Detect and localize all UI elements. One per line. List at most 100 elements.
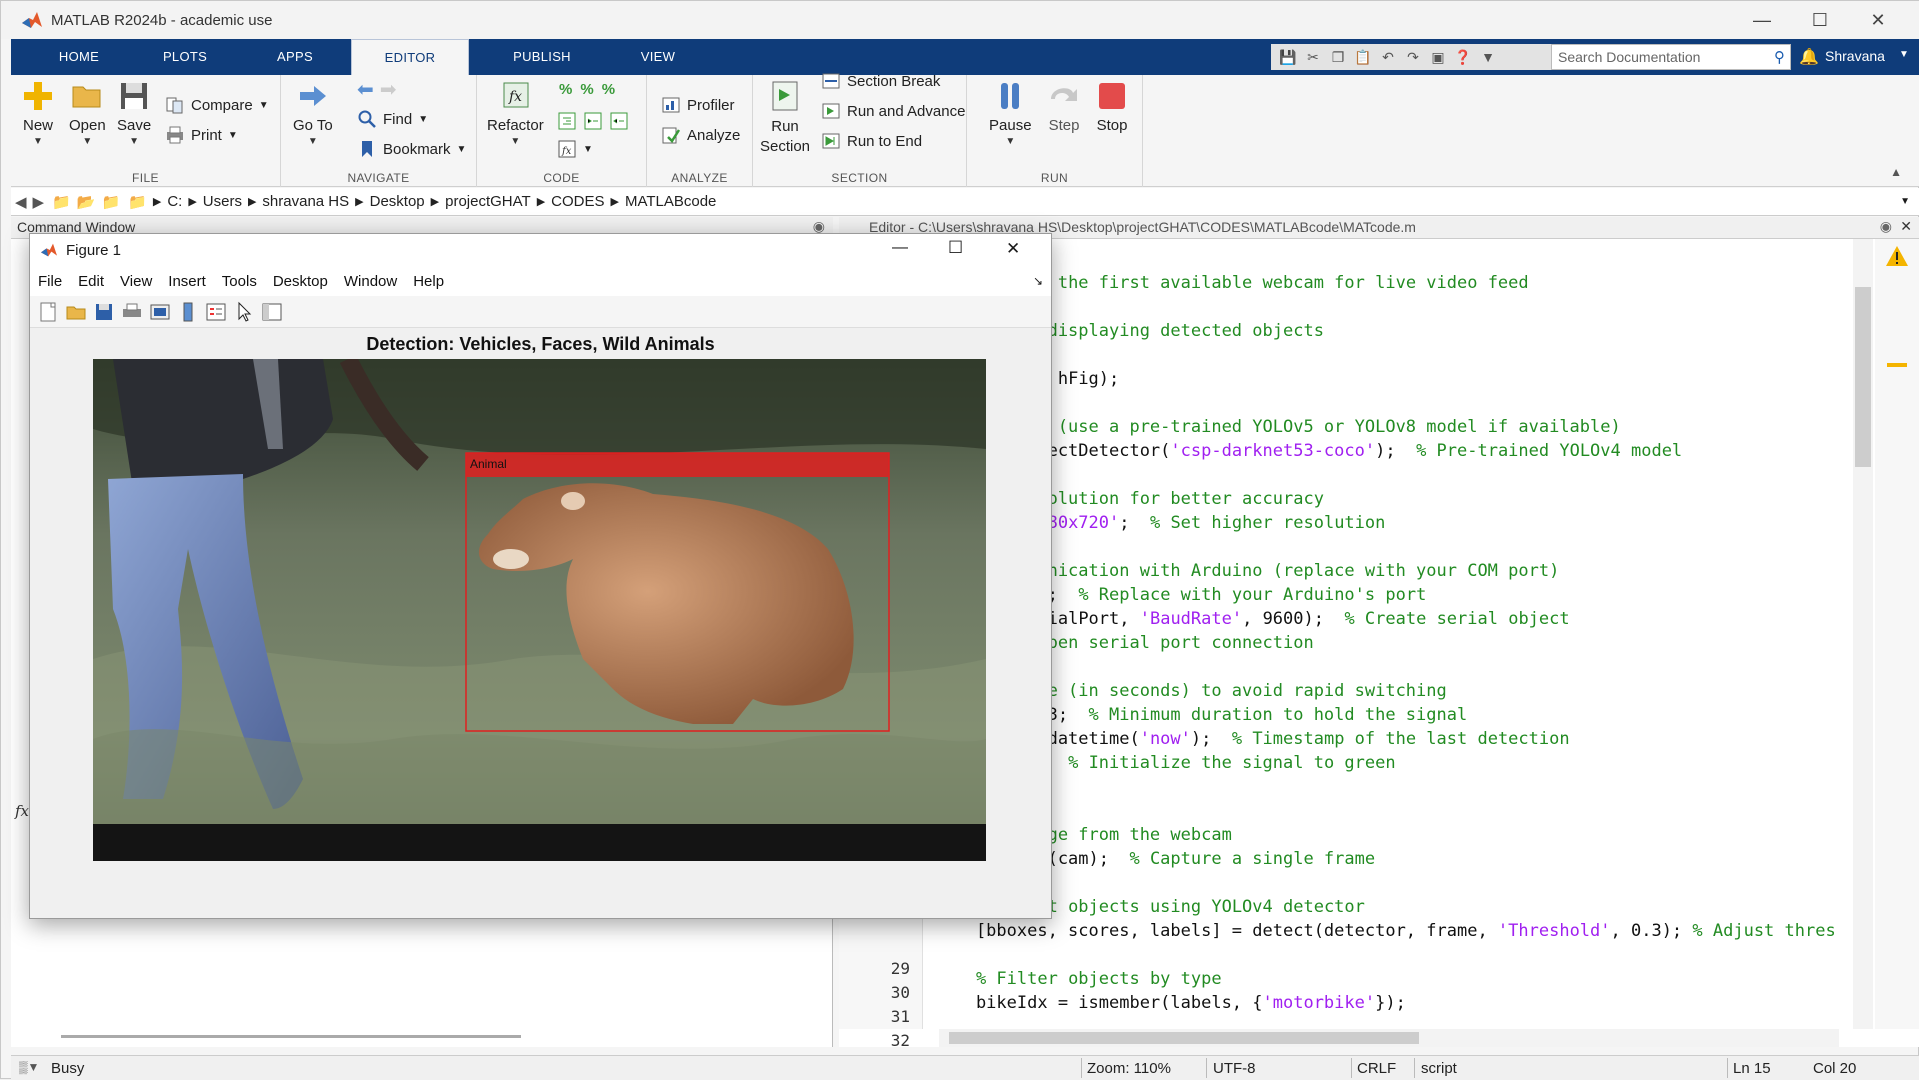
figure-minimize-button[interactable]: — xyxy=(892,239,908,257)
back-arrow-icon[interactable]: ⬅ xyxy=(357,77,374,102)
insert-colorbar-icon[interactable] xyxy=(176,300,200,324)
find-button[interactable]: Find ▼ xyxy=(357,109,428,129)
path-crumb[interactable]: MATLABcode xyxy=(625,193,716,210)
notification-bell-icon[interactable]: 🔔 xyxy=(1799,47,1819,67)
path-crumb[interactable]: shravana HS xyxy=(262,193,349,210)
new-figure-icon[interactable] xyxy=(36,300,60,324)
menu-view[interactable]: View xyxy=(120,273,152,290)
path-crumb[interactable]: Desktop xyxy=(370,193,425,210)
file-type[interactable]: script xyxy=(1421,1060,1457,1077)
chevron-down-icon[interactable]: ▼ xyxy=(1899,49,1909,60)
edit-plot-cursor-icon[interactable] xyxy=(232,300,256,324)
path-history-dropdown-icon[interactable]: ▼ xyxy=(1900,196,1910,207)
print-figure-icon[interactable] xyxy=(120,300,144,324)
menu-desktop[interactable]: Desktop xyxy=(273,273,328,290)
switch-windows-icon[interactable]: ▣ xyxy=(1427,46,1449,68)
help-icon[interactable]: ❓ xyxy=(1452,46,1474,68)
copy-icon[interactable]: ❐ xyxy=(1327,46,1349,68)
path-crumb[interactable]: projectGHAT xyxy=(445,193,531,210)
warning-marker[interactable] xyxy=(1887,363,1907,367)
up-folder-icon[interactable]: 📁 xyxy=(52,193,71,211)
back-arrow-icon[interactable]: ◀ xyxy=(15,193,27,211)
new-button[interactable]: New ▼ xyxy=(21,79,55,147)
forward-arrow-icon[interactable]: ➡ xyxy=(380,77,397,102)
tab-publish[interactable]: PUBLISH xyxy=(487,39,597,75)
print-button[interactable]: Print ▼ xyxy=(165,125,238,145)
search-icon[interactable]: ⚲ xyxy=(1774,48,1785,66)
decrease-indent-icon[interactable] xyxy=(609,111,629,131)
tab-apps[interactable]: APPS xyxy=(247,39,343,75)
path-crumb[interactable]: C: xyxy=(167,193,182,210)
link-plot-icon[interactable] xyxy=(148,300,172,324)
menu-window[interactable]: Window xyxy=(344,273,397,290)
code-area[interactable]: ize webcam cam; % Use the first availabl… xyxy=(935,239,1835,1029)
bookmark-button[interactable]: Bookmark ▼ xyxy=(357,139,466,159)
section-break-button[interactable]: Section Break xyxy=(821,71,940,91)
collapse-ribbon-icon[interactable]: ▲ xyxy=(1890,165,1902,179)
horizontal-scroll-thumb[interactable] xyxy=(949,1032,1419,1044)
stop-button[interactable]: Stop xyxy=(1095,79,1129,134)
pause-button[interactable]: Pause ▼ xyxy=(989,79,1032,147)
tab-plots[interactable]: PLOTS xyxy=(137,39,233,75)
wrap-comments-icon[interactable]: % xyxy=(602,81,615,98)
profiler-button[interactable]: Profiler xyxy=(661,95,735,115)
refactor-button[interactable]: fx Refactor ▼ xyxy=(487,79,544,147)
analyze-button[interactable]: Analyze xyxy=(661,125,740,145)
customize-toolbar-icon[interactable]: ▼ xyxy=(1477,46,1499,68)
figure-maximize-button[interactable]: ☐ xyxy=(948,238,963,258)
warning-icon[interactable] xyxy=(1885,245,1909,267)
editor-horizontal-scrollbar[interactable] xyxy=(939,1029,1839,1047)
tab-view[interactable]: VIEW xyxy=(603,39,713,75)
menu-tools[interactable]: Tools xyxy=(222,273,257,290)
search-folder-icon[interactable]: 📁 xyxy=(101,193,120,211)
minimize-button[interactable]: — xyxy=(1733,1,1791,39)
menu-help[interactable]: Help xyxy=(413,273,444,290)
insert-legend-icon[interactable] xyxy=(204,300,228,324)
tab-editor[interactable]: EDITOR xyxy=(351,39,469,75)
increase-indent-icon[interactable] xyxy=(583,111,603,131)
tab-home[interactable]: HOME xyxy=(31,39,127,75)
figure-close-button[interactable]: ✕ xyxy=(1006,239,1020,259)
path-crumb[interactable]: CODES xyxy=(551,193,604,210)
forward-arrow-icon[interactable]: ▶ xyxy=(33,193,45,211)
comment-icon[interactable]: % xyxy=(559,81,572,98)
go-to-button[interactable]: Go To ▼ xyxy=(293,79,333,147)
path-crumb[interactable]: Users xyxy=(203,193,242,210)
close-button[interactable]: ✕ xyxy=(1849,1,1907,39)
back-forward-buttons: ⬅ ➡ xyxy=(357,77,397,102)
user-account-menu[interactable]: Shravana xyxy=(1825,48,1885,64)
encoding[interactable]: UTF-8 xyxy=(1213,1060,1256,1077)
save-icon[interactable]: 💾 xyxy=(1277,46,1299,68)
dock-figure-icon[interactable]: ↘ xyxy=(1033,274,1043,288)
paste-icon[interactable]: 📋 xyxy=(1352,46,1374,68)
browse-folder-icon[interactable]: 📂 xyxy=(77,193,96,211)
editor-scroll-thumb[interactable] xyxy=(1855,287,1871,467)
property-inspector-icon[interactable] xyxy=(260,300,284,324)
menu-insert[interactable]: Insert xyxy=(168,273,206,290)
open-button[interactable]: Open ▼ xyxy=(69,79,106,147)
run-section-button[interactable]: Run Section xyxy=(759,79,811,157)
horizontal-scrollbar[interactable] xyxy=(61,1035,521,1038)
close-editor-icon[interactable]: ✕ xyxy=(1900,218,1912,235)
uncomment-icon[interactable]: % xyxy=(580,81,593,98)
search-documentation-input[interactable]: Search Documentation ⚲ xyxy=(1551,44,1791,70)
maximize-button[interactable]: ☐ xyxy=(1791,1,1849,39)
run-and-advance-button[interactable]: Run and Advance xyxy=(821,101,965,121)
smart-indent-icon[interactable] xyxy=(557,111,577,131)
compare-button[interactable]: Compare ▼ xyxy=(165,95,269,115)
path-separator-icon: ▶ xyxy=(536,196,546,208)
code-more-button[interactable]: fx ▼ xyxy=(557,139,593,159)
undo-icon[interactable]: ↶ xyxy=(1377,46,1399,68)
save-figure-icon[interactable] xyxy=(92,300,116,324)
menu-edit[interactable]: Edit xyxy=(78,273,104,290)
step-button[interactable]: Step xyxy=(1047,79,1081,134)
panel-options-icon[interactable]: ◉ xyxy=(1879,218,1892,235)
run-to-end-button[interactable]: Run to End xyxy=(821,131,922,151)
cut-icon[interactable]: ✂ xyxy=(1302,46,1324,68)
save-button[interactable]: Save ▼ xyxy=(117,79,151,147)
redo-icon[interactable]: ↷ xyxy=(1402,46,1424,68)
menu-file[interactable]: File xyxy=(38,273,62,290)
zoom-level[interactable]: Zoom: 110% xyxy=(1087,1060,1171,1077)
line-endings[interactable]: CRLF xyxy=(1357,1060,1396,1077)
open-file-icon[interactable] xyxy=(64,300,88,324)
